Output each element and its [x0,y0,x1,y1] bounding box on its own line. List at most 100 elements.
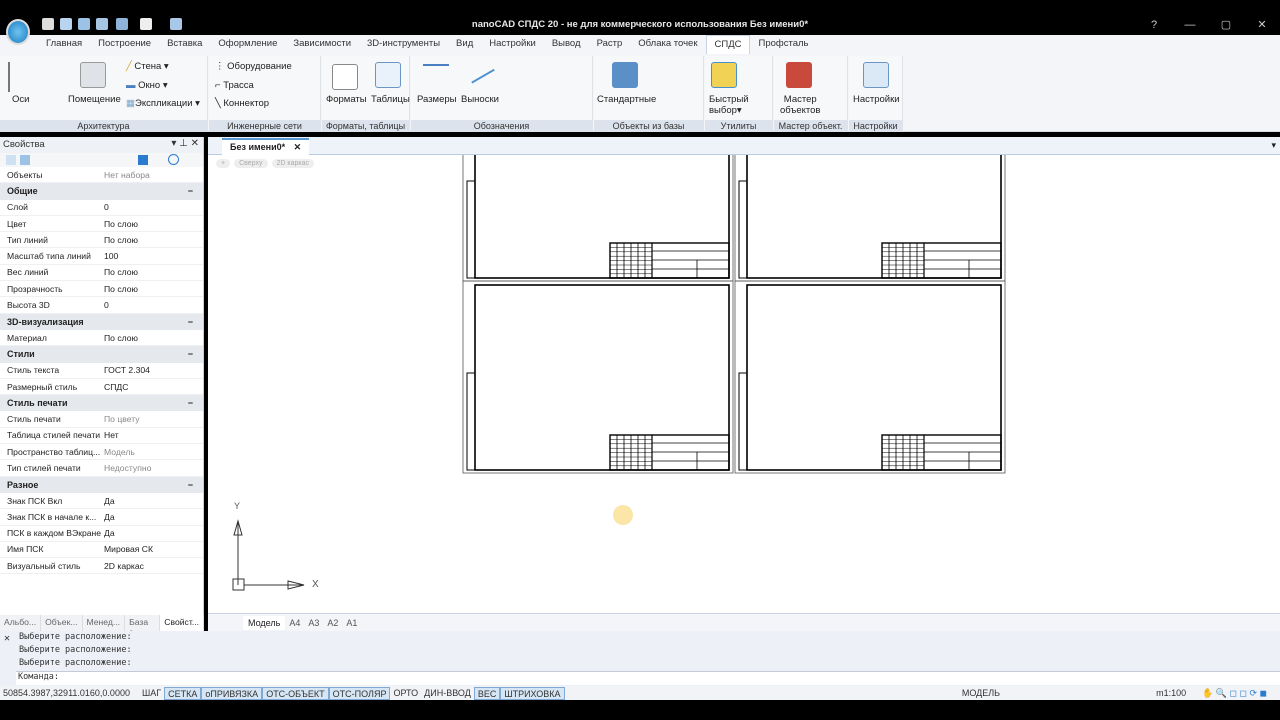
prop-row[interactable]: Визуальный стиль 2D каркас [0,558,203,575]
prop-row[interactable]: Высота 3D 0 [0,297,203,314]
status-toggle[interactable]: СЕТКА [164,686,202,700]
tab-4[interactable]: Зависимости [285,35,359,54]
help-icon[interactable] [168,154,179,165]
prop-section[interactable]: Стиль печати − [0,395,203,412]
tab-10[interactable]: Облака точек [630,35,705,54]
prop-row[interactable]: Знак ПСК в начале к... Да [0,509,203,526]
tab-11[interactable]: СПДС [705,35,751,54]
prop-value[interactable]: По цвету [104,414,203,424]
maximize-button[interactable]: ▢ [1208,15,1244,35]
scale-indicator[interactable]: m1:100 [1153,687,1189,700]
tab-2[interactable]: Вставка [159,35,210,54]
room-button[interactable]: Помещение [68,94,121,105]
prop-row[interactable]: Размерный стиль СПДС [0,379,203,396]
route-button[interactable]: ⌐ Трасса [215,80,254,91]
panel-tab[interactable]: База э... [125,615,161,637]
navigation-icons[interactable]: ✋ 🔍 ◻ ◻ ⟳ ◼ [1199,687,1270,700]
tab-7[interactable]: Настройки [481,35,544,54]
prop-value[interactable]: По слою [104,267,203,277]
panel-tab[interactable]: Свойст... [160,615,204,631]
dimensions-button[interactable]: Размеры [417,94,456,105]
prop-row[interactable]: Имя ПСК Мировая СК [0,542,203,559]
collapse-icon[interactable]: − [188,317,193,327]
prop-value[interactable]: Да [104,528,203,538]
add-to-selection-icon[interactable] [6,155,16,165]
prop-row[interactable]: Вес линий По слою [0,265,203,282]
minimize-button[interactable]: — [1172,15,1208,35]
app-menu-button[interactable] [6,19,30,45]
standard-button[interactable]: Стандартные [597,94,656,105]
equipment-button[interactable]: ⋮ Оборудование [215,61,292,72]
tab-12[interactable]: Профсталь [750,35,816,54]
tab-list-icon[interactable]: ▾ [1271,140,1276,151]
prop-section[interactable]: Стили − [0,346,203,363]
object-master-button[interactable]: Мастер объектов [780,94,820,116]
status-toggle[interactable]: ДИН-ВВОД [421,687,474,700]
window-button[interactable]: ▬ Окно ▾ [126,80,168,91]
prop-row[interactable]: Тип линий По слою [0,232,203,249]
select-icon[interactable] [20,155,30,165]
layout-tab[interactable]: A1 [342,618,361,628]
prop-value[interactable]: Мировая СК [104,544,203,554]
panel-tab[interactable]: Менед... [83,615,126,631]
status-toggle[interactable]: ВЕС [473,686,501,700]
formats-button[interactable]: Форматы [326,94,367,105]
status-toggle[interactable]: ШАГ [139,687,164,700]
prop-row[interactable]: ПСК в каждом ВЭкране Да [0,526,203,542]
prop-row-objects[interactable]: Объекты Нет набора [0,167,203,184]
connector-button[interactable]: ╲ Коннектор [215,98,269,109]
prop-row[interactable]: Знак ПСК Вкл Да [0,493,203,510]
panel-tab[interactable]: Альбо... [0,615,42,631]
prop-row[interactable]: Стиль печати По цвету [0,411,203,428]
document-tab[interactable]: Без имени0* ✕ [222,138,310,155]
tables-button[interactable]: Таблицы [371,94,410,105]
wall-button[interactable]: ╱ Стена ▾ [126,61,169,72]
explication-button[interactable]: ▦Экспликации ▾ [126,98,200,109]
layout-tab[interactable]: A4 [285,618,304,628]
collapse-icon[interactable]: − [188,480,193,490]
prop-value[interactable]: 100 [104,251,203,261]
prop-value[interactable]: Недоступно [104,463,203,473]
prop-value[interactable]: 0 [104,300,203,310]
pick-icon[interactable] [138,155,148,165]
collapse-icon[interactable]: − [188,349,193,359]
prop-value[interactable]: Нет [104,430,203,440]
tab-5[interactable]: 3D-инструменты [359,35,448,54]
tab-8[interactable]: Вывод [544,35,589,54]
prop-value[interactable]: По слою [104,284,203,294]
close-cmd-icon[interactable]: ✕ [4,633,10,644]
prop-value[interactable]: По слою [104,219,203,229]
prop-row[interactable]: Тип стилей печати Недоступно [0,460,203,477]
prop-section[interactable]: Общие − [0,183,203,200]
prop-value[interactable]: Да [104,512,203,522]
settings-button[interactable]: Настройки [853,94,900,105]
status-toggle[interactable]: ОТС-ОБЪЕКТ [262,686,329,700]
prop-row[interactable]: Таблица стилей печати Нет [0,428,203,445]
collapse-icon[interactable]: − [188,186,193,196]
layout-tab[interactable]: A2 [323,618,342,628]
status-toggle[interactable]: ОРТО [390,687,421,700]
prop-value[interactable]: 0 [104,202,203,212]
prop-row[interactable]: Прозрачность По слою [0,281,203,298]
quick-select-button[interactable]: Быстрый выбор▾ [709,94,749,116]
prop-row[interactable]: Слой 0 [0,200,203,216]
tab-0[interactable]: Главная [38,35,90,54]
prop-value[interactable]: СПДС [104,382,203,392]
status-toggle[interactable]: оПРИВЯЗКА [201,686,263,700]
status-toggle[interactable]: ОТС-ПОЛЯР [328,686,391,700]
drawing-canvas[interactable]: + Сверху 2D каркас Y X [208,155,1280,613]
prop-section[interactable]: Разное − [0,476,203,493]
panel-tab[interactable]: Объек... [41,615,83,631]
tab-9[interactable]: Растр [589,35,631,54]
prop-row[interactable]: Стиль текста ГОСТ 2.304 [0,363,203,379]
collapse-icon[interactable]: − [188,398,193,408]
space-indicator[interactable]: МОДЕЛЬ [959,687,1003,700]
prop-row[interactable]: Пространство таблиц... Модель [0,444,203,461]
prop-value[interactable]: ГОСТ 2.304 [104,365,203,375]
close-button[interactable]: ✕ [1244,15,1280,35]
status-toggle[interactable]: ШТРИХОВКА [500,686,565,700]
prop-value[interactable]: 2D каркас [104,561,203,571]
tab-6[interactable]: Вид [448,35,481,54]
prop-value[interactable]: По слою [104,333,203,343]
close-tab-icon[interactable]: ✕ [294,142,302,152]
